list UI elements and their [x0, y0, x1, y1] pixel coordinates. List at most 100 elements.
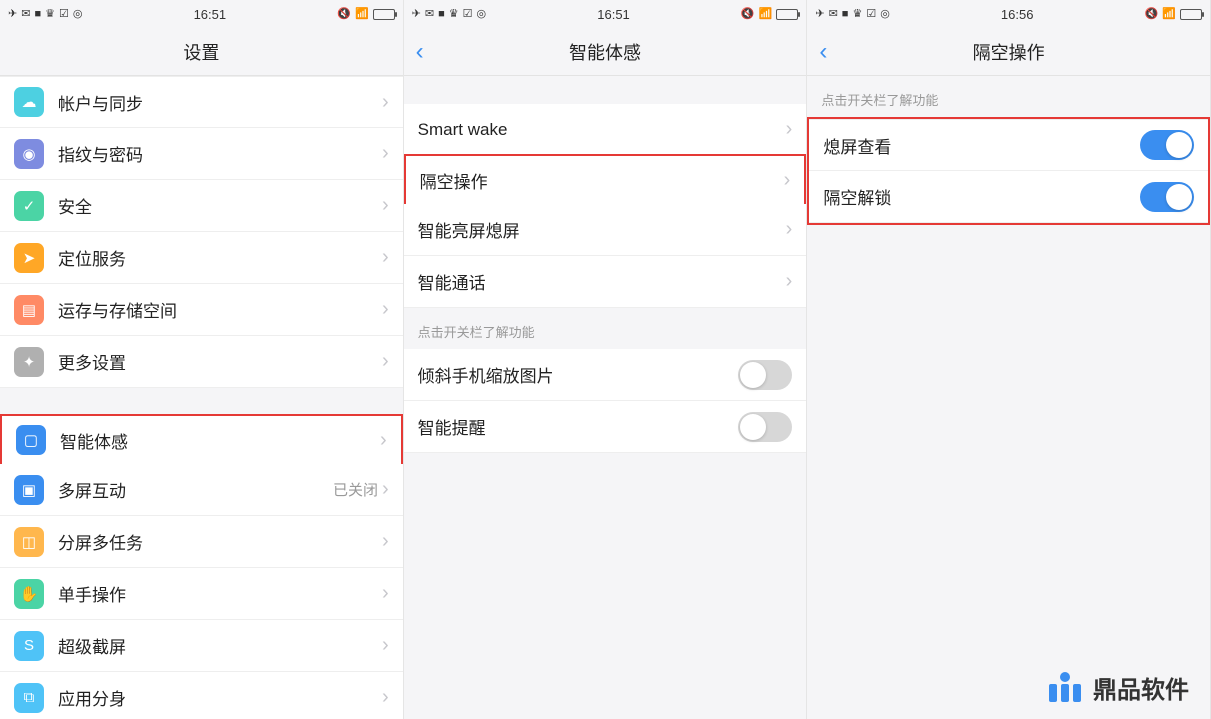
page-title: 设置 [183, 39, 219, 65]
back-button[interactable]: ‹ [416, 38, 424, 66]
row-storage[interactable]: ▤ 运存与存储空间 › [0, 284, 403, 336]
status-time: 16:56 [1001, 7, 1034, 22]
chevron-right-icon: › [382, 298, 389, 321]
row-screen-off-view[interactable]: 熄屏查看 [809, 119, 1208, 171]
chevron-right-icon: › [382, 530, 389, 553]
row-label: 熄屏查看 [823, 133, 1140, 158]
row-label: 指纹与密码 [58, 141, 382, 166]
chevron-right-icon: › [382, 478, 389, 501]
screen-settings: ✈ ✉ ■ ♛ ☑ ◎ 16:51 🔇 📶 设置 ☁ 帐户与同步 › ◉ 指纹与… [0, 0, 404, 719]
row-label: 隔空解锁 [823, 184, 1140, 209]
chevron-right-icon: › [382, 194, 389, 217]
check-icon: ☑ [59, 9, 69, 20]
chevron-right-icon: › [382, 350, 389, 373]
row-multiscreen[interactable]: ▣ 多屏互动 已关闭 › [0, 464, 403, 516]
motion-icon: ▢ [16, 425, 46, 455]
wifi-icon: 📶 [759, 9, 773, 20]
row-security[interactable]: ✓ 安全 › [0, 180, 403, 232]
row-label: 智能通话 [418, 269, 786, 294]
silent-icon: 🔇 [1145, 9, 1159, 20]
settings-list: ☁ 帐户与同步 › ◉ 指纹与密码 › ✓ 安全 › ➤ 定位服务 › ▤ 运存… [0, 76, 403, 719]
battery-icon [373, 9, 395, 20]
chevron-right-icon: › [786, 218, 793, 241]
toggle-smart-remind[interactable] [738, 412, 792, 442]
wifi-icon: 📶 [1162, 9, 1176, 20]
screenshot-icon: S [14, 631, 44, 661]
row-label: Smart wake [418, 120, 786, 140]
row-location[interactable]: ➤ 定位服务 › [0, 232, 403, 284]
row-label: 运存与存储空间 [58, 297, 382, 322]
check-icon: ☑ [866, 9, 876, 20]
row-super-screenshot[interactable]: S 超级截屏 › [0, 620, 403, 672]
split-icon: ◫ [14, 527, 44, 557]
row-smart-call[interactable]: 智能通话 › [404, 256, 807, 308]
status-time: 16:51 [597, 7, 630, 22]
status-bar: ✈ ✉ ■ ♛ ☑ ◎ 16:56 🔇 📶 [807, 0, 1210, 28]
status-bar: ✈ ✉ ■ ♛ ☑ ◎ 16:51 🔇 📶 [404, 0, 807, 28]
chevron-right-icon: › [380, 429, 387, 452]
chevron-right-icon: › [382, 686, 389, 709]
airplane-icon: ✈ [8, 9, 17, 20]
clone-icon: ⧉ [14, 683, 44, 713]
check-icon: ☑ [463, 9, 473, 20]
row-splitscreen[interactable]: ◫ 分屏多任务 › [0, 516, 403, 568]
row-smart-screen[interactable]: 智能亮屏熄屏 › [404, 204, 807, 256]
row-label: 分屏多任务 [58, 529, 382, 554]
row-label: 单手操作 [58, 581, 382, 606]
status-bar: ✈ ✉ ■ ♛ ☑ ◎ 16:51 🔇 📶 [0, 0, 403, 28]
multiscreen-icon: ▣ [14, 475, 44, 505]
screen-air-gesture: ✈ ✉ ■ ♛ ☑ ◎ 16:56 🔇 📶 ‹ 隔空操作 点击开关栏了解功能 熄… [807, 0, 1211, 719]
onehand-icon: ✋ [14, 579, 44, 609]
divider [0, 388, 403, 416]
wifi-icon: 📶 [355, 9, 369, 20]
cloud-icon: ☁ [14, 87, 44, 117]
row-smart-motion[interactable]: ▢ 智能体感 › [0, 414, 403, 466]
row-label: 定位服务 [58, 245, 382, 270]
motion-list: Smart wake › 隔空操作 › 智能亮屏熄屏 › 智能通话 › 点击开关… [404, 76, 807, 719]
row-label: 智能体感 [60, 428, 380, 453]
row-app-clone[interactable]: ⧉ 应用分身 › [0, 672, 403, 719]
page-title: 智能体感 [569, 39, 641, 65]
row-air-gesture[interactable]: 隔空操作 › [404, 154, 807, 206]
row-onehand[interactable]: ✋ 单手操作 › [0, 568, 403, 620]
row-accounts-sync[interactable]: ☁ 帐户与同步 › [0, 76, 403, 128]
battery-icon [1180, 9, 1202, 20]
row-more-settings[interactable]: ✦ 更多设置 › [0, 336, 403, 388]
row-tilt-zoom[interactable]: 倾斜手机缩放图片 [404, 349, 807, 401]
fingerprint-icon: ◉ [14, 139, 44, 169]
row-smart-remind[interactable]: 智能提醒 [404, 401, 807, 453]
row-fingerprint[interactable]: ◉ 指纹与密码 › [0, 128, 403, 180]
storage-icon: ▤ [14, 295, 44, 325]
chevron-right-icon: › [786, 270, 793, 293]
row-air-unlock[interactable]: 隔空解锁 [809, 171, 1208, 223]
shield-icon: ✓ [14, 191, 44, 221]
back-button[interactable]: ‹ [819, 38, 827, 66]
section-caption: 点击开关栏了解功能 [404, 308, 807, 349]
nav-bar: 设置 [0, 28, 403, 76]
toggle-tilt-zoom[interactable] [738, 360, 792, 390]
box-icon: ■ [438, 9, 445, 20]
box-icon: ■ [34, 9, 41, 20]
row-label: 帐户与同步 [58, 90, 382, 115]
battery-icon [776, 9, 798, 20]
message-icon: ✉ [829, 9, 838, 20]
row-label: 倾斜手机缩放图片 [418, 362, 739, 387]
row-label: 安全 [58, 193, 382, 218]
page-title: 隔空操作 [973, 39, 1045, 65]
chevron-right-icon: › [382, 582, 389, 605]
chevron-right-icon: › [382, 246, 389, 269]
toggle-screen-off-view[interactable] [1140, 130, 1194, 160]
row-smart-wake[interactable]: Smart wake › [404, 104, 807, 156]
row-label: 智能提醒 [418, 414, 739, 439]
target-icon: ◎ [880, 9, 890, 20]
airplane-icon: ✈ [815, 9, 824, 20]
row-label: 多屏互动 [58, 477, 333, 502]
box-icon: ■ [842, 9, 849, 20]
row-label: 应用分身 [58, 685, 382, 710]
screen-smart-motion: ✈ ✉ ■ ♛ ☑ ◎ 16:51 🔇 📶 ‹ 智能体感 Smart wake … [404, 0, 808, 719]
highlighted-toggles: 熄屏查看 隔空解锁 [807, 117, 1210, 225]
chevron-right-icon: › [784, 169, 791, 192]
toggle-air-unlock[interactable] [1140, 182, 1194, 212]
divider [404, 76, 807, 104]
chevron-right-icon: › [382, 634, 389, 657]
